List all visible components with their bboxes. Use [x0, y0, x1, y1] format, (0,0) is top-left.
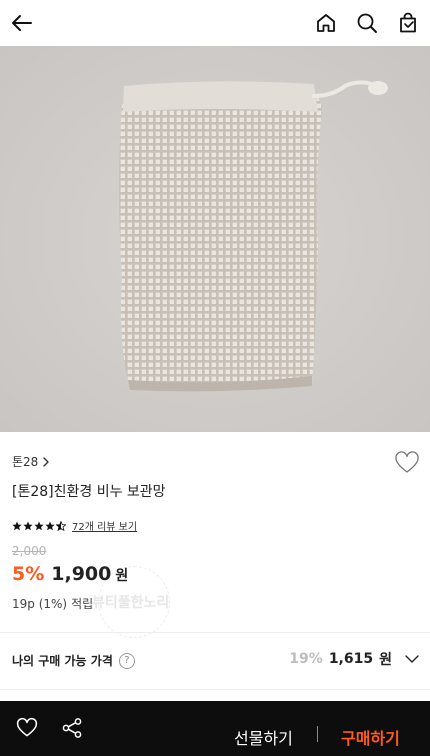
discount-rate: 5%	[12, 563, 45, 585]
search-button[interactable]	[351, 7, 383, 39]
chevron-right-icon	[43, 457, 50, 467]
divider	[317, 726, 318, 742]
chevron-down-icon[interactable]	[404, 651, 420, 667]
cart-button[interactable]	[392, 7, 424, 39]
review-link[interactable]: 72개 리뷰 보기	[72, 518, 137, 533]
brand-name: 톤28	[12, 455, 39, 469]
mesh-soap-bag-image	[0, 46, 430, 432]
bottom-action-bar: 선물하기 구매하기	[0, 701, 430, 756]
star-icon	[34, 521, 44, 530]
gift-button[interactable]: 선물하기	[234, 725, 293, 749]
shopping-bag-icon	[400, 12, 416, 33]
product-name: [톤28]친환경 비누 보관망	[12, 484, 166, 500]
heart-outline-icon	[16, 717, 38, 737]
share-button[interactable]	[57, 713, 87, 743]
home-icon	[317, 14, 335, 32]
rating-row: 72개 리뷰 보기	[12, 518, 137, 533]
points-value: 19p (1%)	[12, 596, 68, 611]
price-row: 5% 1,900 원	[12, 563, 128, 585]
heart-outline-icon	[395, 451, 419, 473]
back-button[interactable]	[6, 7, 38, 39]
question-circle-icon[interactable]: ?	[118, 652, 135, 669]
star-rating	[12, 520, 66, 531]
arrow-left-icon	[12, 15, 32, 31]
purchase-price-values: 19% 1,615 원	[289, 649, 420, 669]
purchase-discount: 19%	[289, 651, 323, 667]
bottom-wishlist-button[interactable]	[12, 713, 42, 743]
divider	[0, 689, 430, 690]
star-half-icon	[56, 520, 66, 531]
my-purchase-price-row[interactable]: 나의 구매 가능 가격 ? 19% 1,615 원	[0, 633, 430, 689]
star-icon	[23, 521, 33, 530]
purchase-price: 1,615	[328, 651, 374, 667]
star-icon	[45, 521, 55, 530]
buy-button[interactable]: 구매하기	[341, 725, 400, 749]
wishlist-button[interactable]	[394, 450, 420, 476]
share-icon	[62, 718, 82, 738]
star-icon	[12, 521, 22, 530]
currency-unit: 원	[115, 568, 129, 584]
purchase-price-label: 나의 구매 가능 가격	[12, 654, 113, 668]
top-navigation-bar	[0, 0, 430, 46]
points-label: 적립	[71, 597, 94, 611]
purchase-currency: 원	[379, 652, 392, 668]
points-info: 19p (1%) 적립	[12, 595, 93, 612]
purchase-price-label-group: 나의 구매 가능 가격 ?	[12, 652, 135, 669]
search-icon	[357, 13, 377, 33]
brand-link[interactable]: 톤28	[12, 453, 50, 470]
home-button[interactable]	[310, 7, 342, 39]
watermark-text: 뷰티풀한노리	[92, 595, 170, 611]
original-price: 2,000	[12, 544, 47, 558]
product-image	[0, 46, 430, 432]
sale-price: 1,900	[51, 563, 112, 585]
